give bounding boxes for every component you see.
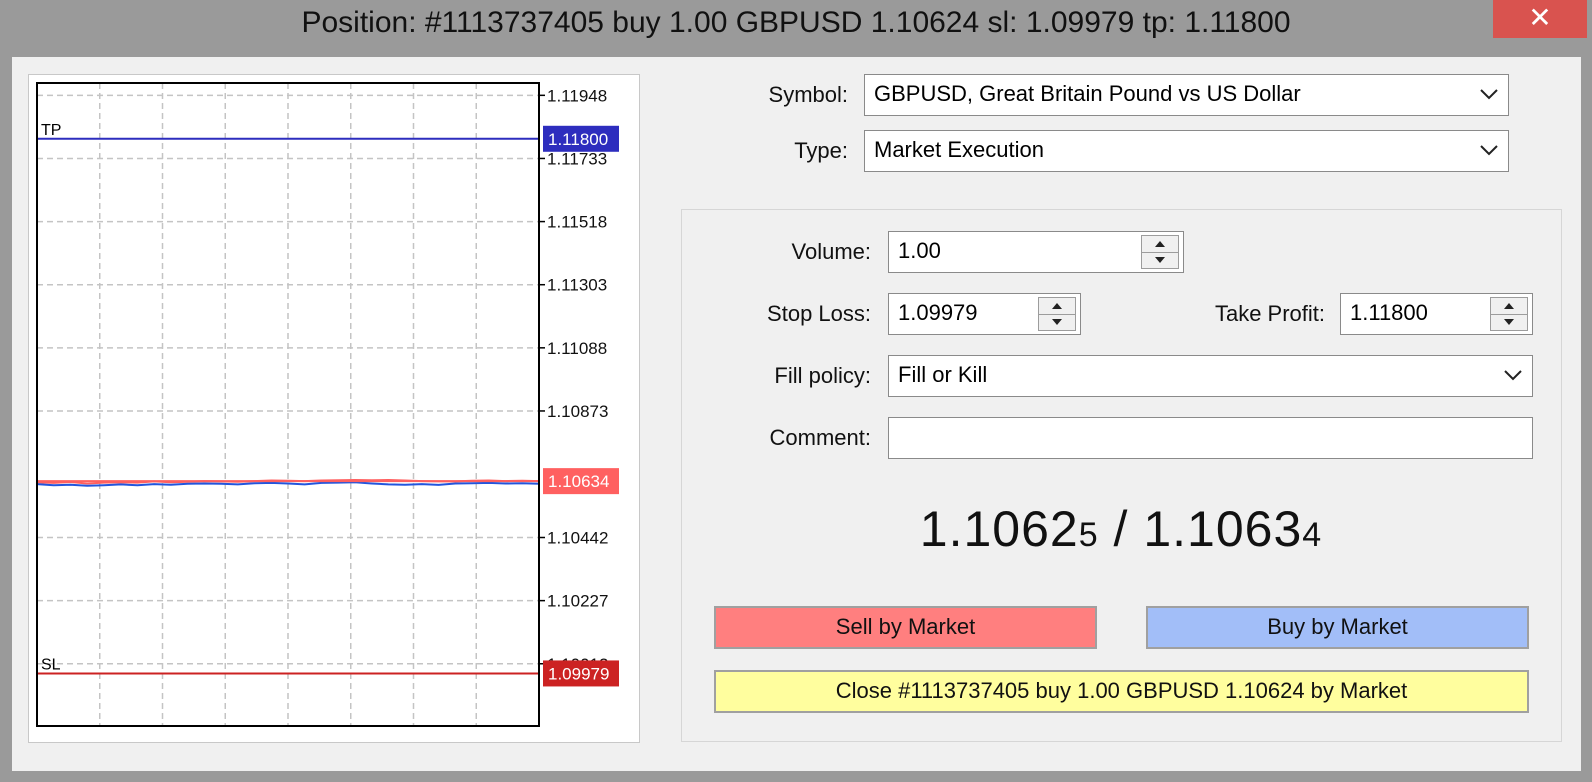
bid-price-main: 1.1062 — [919, 501, 1079, 557]
arrow-down-icon[interactable] — [1039, 314, 1075, 330]
y-tick-label: 1.10227 — [547, 592, 608, 611]
bid-ask-quote: 1.10625 / 1.10634 — [680, 500, 1562, 558]
level-name-label: TP — [41, 122, 61, 139]
price-chart-svg: 1.11948 1.11733 1.11518 1.11303 1.11088 1.108… — [36, 82, 619, 727]
fill-policy-label: Fill policy: — [774, 363, 871, 388]
take-profit-value: 1.11800 — [1350, 300, 1428, 325]
close-icon: ✕ — [1528, 2, 1552, 33]
bid-price-last-digit: 5 — [1078, 516, 1099, 554]
arrow-up-icon[interactable] — [1142, 236, 1178, 253]
close-position-button[interactable]: Close #1113737405 buy 1.00 GBPUSD 1.1062… — [714, 670, 1529, 713]
ask-price-last-digit: 4 — [1302, 516, 1323, 554]
type-label: Type: — [794, 138, 848, 163]
arrow-up-icon[interactable] — [1039, 298, 1075, 315]
take-profit-input[interactable]: 1.11800 — [1340, 293, 1533, 335]
volume-stepper[interactable] — [1141, 235, 1179, 269]
comment-label: Comment: — [769, 425, 871, 450]
type-dropdown[interactable]: Market Execution — [864, 130, 1509, 172]
volume-value: 1.00 — [898, 238, 941, 263]
title-bar: Position: #1113737405 buy 1.00 GBPUSD 1.… — [0, 0, 1592, 56]
y-tick-label: 1.11948 — [547, 86, 607, 105]
price-chart: 1.11948 1.11733 1.11518 1.11303 1.11088 1.108… — [28, 74, 640, 743]
y-tick-label: 1.11303 — [547, 276, 607, 295]
ask-price-main: 1.1063 — [1143, 501, 1303, 557]
y-tick-label: 1.10442 — [547, 529, 608, 548]
stop-loss-input[interactable]: 1.09979 — [888, 293, 1081, 335]
symbol-value: GBPUSD, Great Britain Pound vs US Dollar — [874, 81, 1301, 106]
y-tick-label: 1.11733 — [547, 149, 607, 168]
close-window-button[interactable]: ✕ — [1493, 0, 1587, 38]
y-tick-label: 1.11088 — [547, 339, 607, 358]
symbol-dropdown[interactable]: GBPUSD, Great Britain Pound vs US Dollar — [864, 74, 1509, 116]
volume-input[interactable]: 1.00 — [888, 231, 1184, 273]
chevron-down-icon — [1480, 145, 1498, 156]
level-price-label: 1.09979 — [548, 664, 609, 683]
buy-by-market-button[interactable]: Buy by Market — [1146, 606, 1529, 649]
y-tick-label: 1.10873 — [547, 402, 608, 421]
level-price-label: 1.11800 — [548, 130, 608, 149]
take-profit-stepper[interactable] — [1490, 297, 1528, 331]
fill-policy-dropdown[interactable]: Fill or Kill — [888, 355, 1533, 397]
sell-by-market-button[interactable]: Sell by Market — [714, 606, 1097, 649]
volume-label: Volume: — [791, 239, 872, 264]
stop-loss-value: 1.09979 — [898, 300, 978, 325]
chevron-down-icon — [1504, 370, 1522, 381]
chevron-down-icon — [1480, 89, 1498, 100]
window-title: Position: #1113737405 buy 1.00 GBPUSD 1.… — [301, 6, 1291, 39]
symbol-label: Symbol: — [768, 82, 848, 107]
y-tick-label: 1.11518 — [547, 213, 607, 232]
arrow-up-icon[interactable] — [1491, 298, 1527, 315]
stop-loss-label: Stop Loss: — [767, 301, 871, 326]
fill-policy-value: Fill or Kill — [898, 362, 988, 387]
quote-separator: / — [1098, 501, 1144, 557]
stop-loss-stepper[interactable] — [1038, 297, 1076, 331]
take-profit-label: Take Profit: — [1214, 301, 1325, 326]
order-group-box — [681, 209, 1562, 742]
arrow-down-icon[interactable] — [1491, 314, 1527, 330]
arrow-down-icon[interactable] — [1142, 252, 1178, 268]
comment-input[interactable] — [888, 417, 1533, 459]
level-price-label: 1.10634 — [548, 472, 609, 491]
type-value: Market Execution — [874, 137, 1044, 162]
level-name-label: SL — [41, 656, 61, 673]
